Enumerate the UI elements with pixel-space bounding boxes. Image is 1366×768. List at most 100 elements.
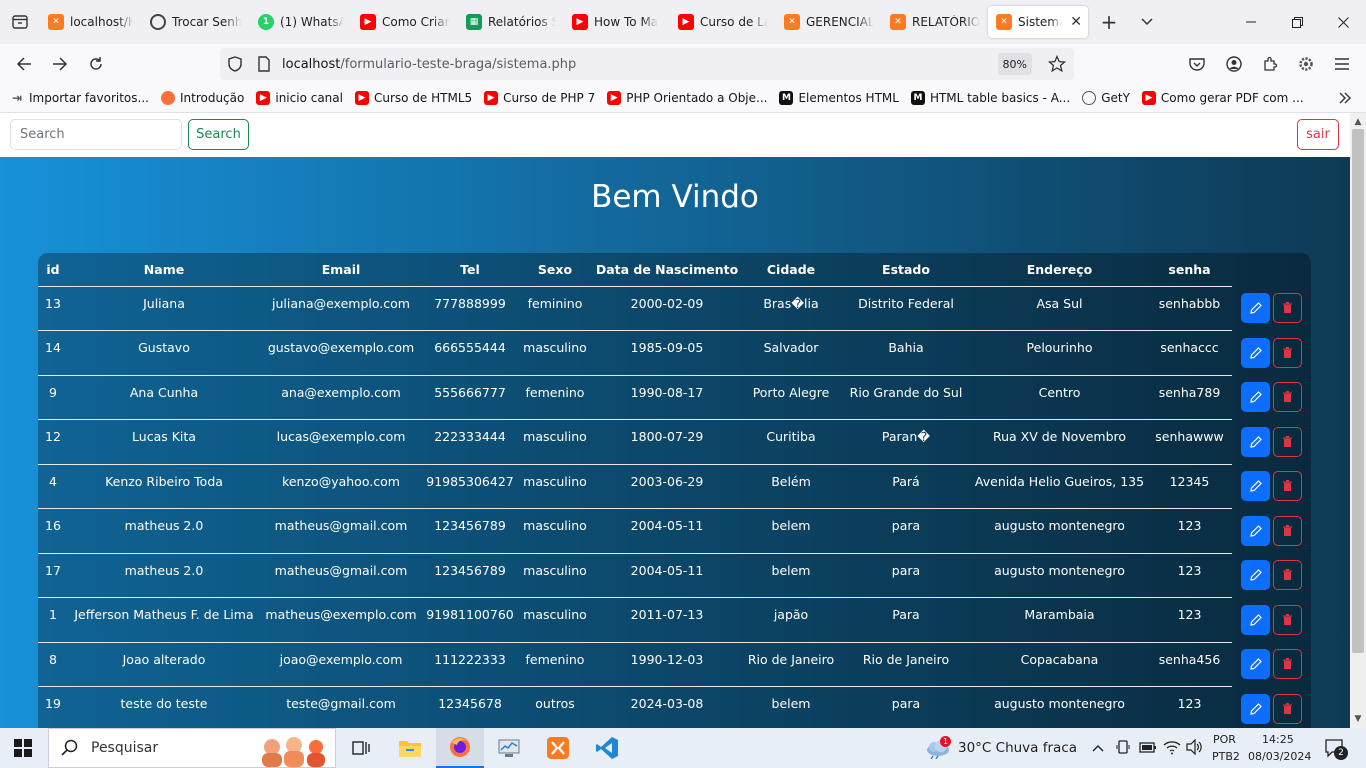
- bookmark-star-icon[interactable]: [1047, 54, 1067, 77]
- battery-icon[interactable]: [1139, 740, 1157, 758]
- tray-chevron-up-icon[interactable]: [1092, 741, 1104, 756]
- keyboard-layout[interactable]: PTB2: [1212, 750, 1240, 763]
- bookmark-item[interactable]: M HTML table basics - A...: [910, 91, 1070, 105]
- browser-tab[interactable]: ✕ GERENCIAL: [776, 6, 880, 38]
- reload-icon[interactable]: [78, 48, 114, 80]
- delete-button[interactable]: [1273, 293, 1302, 324]
- bookmarks-overflow-icon[interactable]: [1338, 91, 1352, 109]
- scroll-down-icon[interactable]: ▼: [1350, 712, 1366, 726]
- search-input[interactable]: Search: [10, 119, 182, 150]
- zoom-level-button[interactable]: 80%: [997, 53, 1032, 75]
- vscode-taskbar-icon[interactable]: [583, 728, 631, 768]
- edit-button[interactable]: [1241, 382, 1270, 413]
- table-cell: Para: [840, 597, 972, 643]
- tab-overflow-chevron-icon[interactable]: [1128, 0, 1166, 44]
- delete-button[interactable]: [1273, 560, 1302, 591]
- bookmark-item[interactable]: Introdução: [160, 91, 244, 105]
- url-bar[interactable]: localhost/formulario-teste-braga/sistema…: [220, 48, 1074, 80]
- browser-tab[interactable]: ✕ Sistema ✕: [988, 6, 1088, 38]
- clock-time[interactable]: 14:25: [1262, 733, 1294, 746]
- scroll-thumb[interactable]: [1352, 129, 1364, 653]
- youtube-icon: ▶: [1141, 91, 1156, 105]
- forward-icon[interactable]: [42, 48, 78, 80]
- bookmark-item[interactable]: ▶ Como gerar PDF com ...: [1141, 91, 1304, 105]
- bookmark-item[interactable]: GetY: [1082, 91, 1130, 105]
- bookmark-item[interactable]: ▶ Curso de PHP 7: [484, 91, 595, 105]
- table-cell: augusto montenegro: [972, 553, 1147, 598]
- table-cell: 4: [38, 464, 68, 509]
- clock-date[interactable]: 08/03/2024: [1248, 750, 1311, 763]
- bookmark-item[interactable]: ▶ inicio canal: [256, 91, 343, 105]
- edit-button[interactable]: [1241, 337, 1270, 368]
- menu-hamburger-icon[interactable]: [1325, 48, 1359, 80]
- windows-start-icon[interactable]: [0, 728, 46, 768]
- keyboard-lang-code[interactable]: POR: [1213, 733, 1236, 746]
- close-tab-icon[interactable]: ✕: [1070, 14, 1082, 30]
- monitor-app-icon[interactable]: [485, 728, 533, 768]
- firefox-taskbar-icon[interactable]: [436, 728, 484, 768]
- edit-button[interactable]: [1241, 515, 1270, 546]
- tray-device-icon[interactable]: [1115, 739, 1131, 759]
- taskbar-search-input[interactable]: Pesquisar: [48, 728, 336, 768]
- scroll-up-icon[interactable]: ▲: [1350, 115, 1366, 129]
- browser-tab[interactable]: ▦ Relatórios S: [458, 6, 562, 38]
- edit-button[interactable]: [1241, 693, 1270, 724]
- browser-tab[interactable]: ▶ Como Criar: [352, 6, 456, 38]
- delete-button[interactable]: [1273, 649, 1302, 680]
- file-explorer-icon[interactable]: [386, 728, 434, 768]
- table-cell: 2024-03-08: [592, 686, 742, 728]
- edit-button[interactable]: [1241, 649, 1270, 680]
- browser-tab[interactable]: 1 (1) WhatsAp: [250, 6, 350, 38]
- restore-icon[interactable]: [1274, 0, 1320, 44]
- table-cell: 14: [38, 330, 68, 376]
- edit-button[interactable]: [1241, 560, 1270, 591]
- delete-button[interactable]: [1273, 604, 1302, 635]
- browser-tab[interactable]: ▶ How To Ma: [564, 6, 668, 38]
- close-window-icon[interactable]: [1320, 0, 1366, 44]
- bookmark-item[interactable]: M Elementos HTML: [779, 91, 899, 105]
- trash-icon: [1283, 302, 1292, 314]
- delete-button[interactable]: [1273, 337, 1302, 368]
- back-icon[interactable]: [6, 48, 42, 80]
- pocket-icon[interactable]: [1180, 48, 1214, 80]
- table-cell: 17: [38, 553, 68, 598]
- shield-icon[interactable]: [228, 56, 242, 76]
- settings-gear-icon[interactable]: [1289, 48, 1323, 80]
- extensions-icon[interactable]: [1253, 48, 1287, 80]
- logout-button[interactable]: sair: [1297, 119, 1339, 150]
- account-icon[interactable]: [1217, 48, 1251, 80]
- minimize-icon[interactable]: [1228, 0, 1274, 44]
- delete-button[interactable]: [1273, 515, 1302, 546]
- bookmark-item[interactable]: ▶ PHP Orientado a Obje...: [607, 91, 767, 105]
- search-button[interactable]: Search: [188, 119, 249, 150]
- delete-button[interactable]: [1273, 426, 1302, 457]
- page-scrollbar[interactable]: ▲ ▼: [1350, 113, 1366, 728]
- volume-icon[interactable]: [1186, 738, 1204, 759]
- column-header: Endereço: [972, 253, 1147, 287]
- bookmark-item[interactable]: ⇥ Importar favoritos...: [10, 91, 149, 105]
- new-tab-button[interactable]: +: [1090, 0, 1128, 44]
- browser-tab[interactable]: Trocar Senh: [142, 6, 248, 38]
- edit-button[interactable]: [1241, 604, 1270, 635]
- table-cell: 9: [38, 375, 68, 420]
- task-view-icon[interactable]: [337, 728, 385, 768]
- table-cell: Rio Grande do Sul: [840, 375, 972, 420]
- delete-button[interactable]: [1273, 693, 1302, 724]
- delete-button[interactable]: [1273, 471, 1302, 502]
- browser-tab[interactable]: ✕ localhost/H: [40, 6, 140, 38]
- trash-icon: [1283, 346, 1292, 358]
- xampp-taskbar-icon[interactable]: [534, 728, 582, 768]
- edit-button[interactable]: [1241, 471, 1270, 502]
- page-icon[interactable]: [258, 56, 270, 76]
- browser-tab[interactable]: ▶ Curso de La: [670, 6, 774, 38]
- tab-list-icon[interactable]: [0, 0, 40, 44]
- url-text[interactable]: localhost/formulario-teste-braga/sistema…: [282, 57, 576, 72]
- browser-tab[interactable]: ✕ RELATÓRIOS: [882, 6, 986, 38]
- delete-button[interactable]: [1273, 382, 1302, 413]
- weather-text[interactable]: 30°C Chuva fraca: [958, 740, 1077, 756]
- bookmark-item[interactable]: ▶ Curso de HTML5: [354, 91, 472, 105]
- trash-icon: [1283, 391, 1292, 403]
- edit-button[interactable]: [1241, 293, 1270, 324]
- wifi-icon[interactable]: [1163, 739, 1181, 759]
- edit-button[interactable]: [1241, 426, 1270, 457]
